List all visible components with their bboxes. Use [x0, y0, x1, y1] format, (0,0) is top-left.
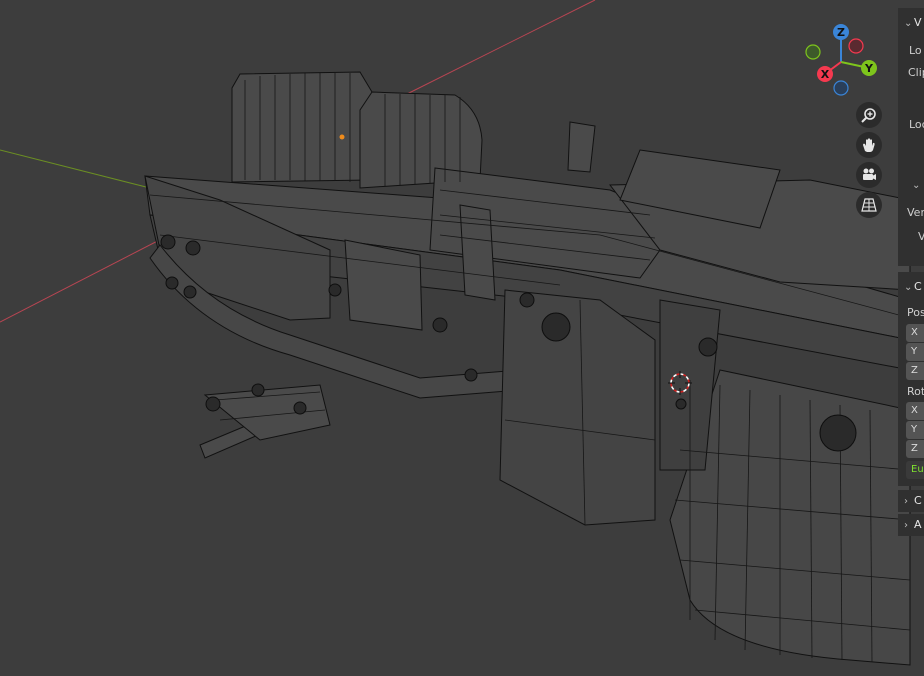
rotation-mode-dropdown[interactable]: Eu — [906, 461, 924, 479]
cursor-rot-y-field[interactable]: Y — [906, 421, 924, 439]
3d-viewport[interactable]: Z Y X ⌄ V Lo Cli Lo ⌄ Ver V ⌄ C Pos X Y … — [0, 0, 924, 676]
pan-button[interactable] — [856, 132, 882, 158]
gizmo-x-label: X — [821, 68, 830, 81]
perspective-toggle-button[interactable] — [856, 192, 882, 218]
cursor-rot-x-field[interactable]: X — [906, 402, 924, 420]
cursor-panel-header[interactable]: ⌄ C — [904, 280, 922, 293]
cursor-loc-z-field[interactable]: Z — [906, 362, 924, 380]
gizmo-y-label: Y — [864, 62, 874, 75]
cursor-rotation-label: Rot — [907, 385, 924, 398]
view-panel: ⌄V Lo Clip Loc ⌄ Ver V — [898, 8, 924, 266]
pan-hand-icon — [863, 138, 875, 152]
x-axis-line — [0, 231, 176, 323]
object-origin — [339, 134, 345, 140]
cursor-loc-y-field[interactable]: Y — [906, 343, 924, 361]
cursor-panel: ⌄ C Pos X Y Z Rot X Y Z Eu — [898, 272, 924, 486]
gizmo-neg-y[interactable] — [805, 44, 821, 60]
cursor-rot-z-field[interactable]: Z — [906, 440, 924, 458]
annotations-panel-header[interactable]: › A — [904, 518, 922, 531]
gizmo-neg-z[interactable] — [833, 80, 849, 96]
gizmo-z-label: Z — [837, 26, 845, 39]
local-camera-label: Loc — [909, 118, 924, 131]
lens-label: Lo — [909, 44, 922, 57]
wireframe-model — [0, 0, 911, 666]
gizmo-neg-x[interactable] — [848, 38, 864, 54]
clip-label: Clip — [908, 66, 924, 79]
navigation-gizmo[interactable]: Z Y X — [800, 20, 890, 100]
annotations-panel[interactable]: › A — [898, 514, 924, 536]
cursor-loc-x-field[interactable]: X — [906, 324, 924, 342]
grid-perspective-icon — [861, 198, 877, 212]
lock-vertex-label: Ver — [907, 206, 924, 219]
camera-icon — [863, 168, 876, 180]
x-axis-line-far — [404, 0, 596, 96]
view-panel-header[interactable]: ⌄ V — [904, 16, 922, 29]
sidebar-n-panel[interactable]: ⌄V Lo Clip Loc ⌄ Ver V ⌄C Pos X Y Z Rot … — [898, 0, 924, 676]
collections-panel-header[interactable]: › C — [904, 494, 922, 507]
lock-v-label: V — [918, 230, 924, 243]
zoom-button[interactable] — [856, 102, 882, 128]
cursor-location-label: Pos — [907, 306, 924, 319]
view-lock-header[interactable]: ⌄ — [912, 178, 922, 191]
camera-view-button[interactable] — [856, 162, 882, 188]
zoom-icon — [861, 108, 876, 123]
collections-panel[interactable]: › C — [898, 490, 924, 512]
y-axis-line — [0, 149, 151, 189]
